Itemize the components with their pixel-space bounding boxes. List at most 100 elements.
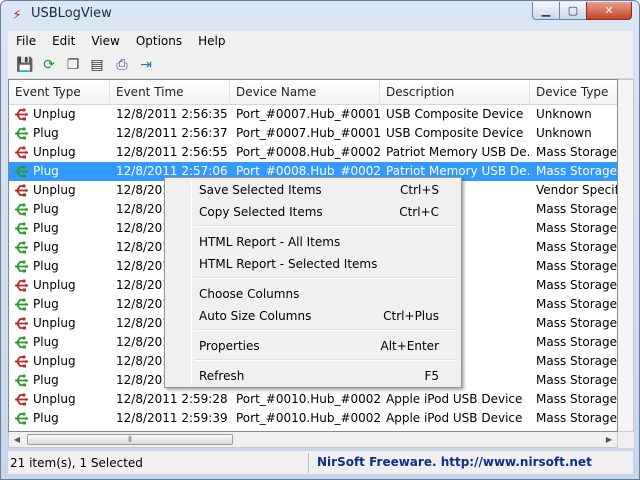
maximize-button[interactable]: ▢ (559, 2, 587, 20)
cell-event-type: Plug (33, 240, 59, 254)
menu-bar: File Edit View Options Help (8, 31, 633, 51)
list-header: Event Type Event Time Device Name Descri… (9, 80, 617, 105)
cell-description: Patriot Memory USB De... (386, 145, 532, 159)
usb-unplug-icon (15, 355, 28, 368)
cell-description: USB Composite Device (386, 107, 524, 121)
menu-item-label: Properties (199, 339, 260, 353)
save-icon[interactable]: 💾 (15, 55, 35, 75)
menu-save-selected[interactable]: Save Selected Items Ctrl+S (167, 179, 459, 201)
nirsoft-link[interactable]: NirSoft Freeware. http://www.nirsoft.net (317, 455, 592, 469)
cell-device-type: Mass Storage (536, 259, 617, 273)
table-row[interactable]: Unplug 12/8/2011 2:59:28 ... Port_#0010.Hu… (9, 390, 617, 409)
usb-plug-icon (15, 412, 28, 425)
refresh-icon[interactable]: ⟳ (39, 55, 59, 75)
cell-device-type: Unknown (536, 107, 592, 121)
table-row[interactable]: Unplug 12/8/2011 2:56:55 ... Port_#0008.Hu… (9, 143, 617, 162)
toolbar: 💾 ⟳ ❐ ▤ ⎙ ⇥ (8, 51, 633, 79)
usb-unplug-icon (15, 317, 28, 330)
horizontal-scrollbar[interactable]: ◀ ⦀ ▶ (8, 432, 618, 448)
cell-device-type: Mass Storage (536, 392, 617, 406)
table-row[interactable]: Plug 12/8/2011 2:56:37 ... Port_#0007.Hub_… (9, 124, 617, 143)
cell-event-type: Plug (33, 221, 59, 235)
cell-event-type: Unplug (33, 183, 76, 197)
cell-event-time: 12/8/2011 2:56:35 ... (116, 107, 228, 121)
column-event-type[interactable]: Event Type (9, 80, 110, 105)
scroll-thumb[interactable]: ⦀ (27, 434, 233, 445)
menu-html-report-selected[interactable]: HTML Report - Selected Items (167, 253, 459, 275)
cell-description: Apple iPod USB Device (386, 411, 523, 425)
cell-event-type: Unplug (33, 354, 76, 368)
cell-event-time: 12/8/2011 2:59:28 ... (116, 392, 228, 406)
cell-device-name: Port_#0008.Hub_#0002 (236, 145, 382, 159)
exit-icon[interactable]: ⇥ (136, 55, 156, 75)
main-window: ⚡ USBLogView ▁ ▢ ✕ File Edit View Option… (0, 0, 640, 480)
menu-html-report-all[interactable]: HTML Report - All Items (167, 231, 459, 253)
menu-item-shortcut: Ctrl+C (399, 205, 439, 219)
menu-item-label: Auto Size Columns (199, 309, 312, 323)
status-item-count: 21 item(s), 1 Selected (10, 456, 143, 470)
cell-device-type: Mass Storage (536, 316, 617, 330)
cell-event-type: Unplug (33, 392, 76, 406)
column-description[interactable]: Description (380, 80, 530, 105)
scroll-right-arrow-icon[interactable]: ▶ (603, 434, 615, 445)
usb-plug-icon (15, 127, 28, 140)
menu-item-label: Save Selected Items (199, 183, 322, 197)
menu-item-label: HTML Report - All Items (199, 235, 341, 249)
menu-auto-size-columns[interactable]: Auto Size Columns Ctrl+Plus (167, 305, 459, 327)
menu-separator (195, 225, 457, 227)
menu-properties[interactable]: Properties Alt+Enter (167, 335, 459, 357)
cell-device-name: Port_#0010.Hub_#0002 (236, 411, 382, 425)
cell-device-name: Port_#0007.Hub_#0001 (236, 107, 382, 121)
usb-plug-icon (15, 165, 28, 178)
table-row[interactable]: Unplug 12/8/2011 2:56:35 ... Port_#0007.Hu… (9, 105, 617, 124)
usb-unplug-icon (15, 279, 28, 292)
status-bar: 21 item(s), 1 Selected NirSoft Freeware.… (8, 450, 633, 474)
usb-unplug-icon (15, 393, 28, 406)
menu-options[interactable]: Options (128, 31, 190, 51)
html-report-icon[interactable]: ⎙ (112, 55, 132, 75)
column-event-time[interactable]: Event Time (110, 80, 230, 105)
column-device-name[interactable]: Device Name (230, 80, 380, 105)
menu-item-shortcut: F5 (424, 369, 439, 383)
menu-item-label: HTML Report - Selected Items (199, 257, 378, 271)
menu-item-label: Refresh (199, 369, 245, 383)
copy-icon[interactable]: ❐ (63, 55, 83, 75)
usb-app-icon: ⚡ (12, 7, 22, 23)
menu-item-shortcut: Ctrl+Plus (383, 309, 439, 323)
cell-device-name: Port_#0010.Hub_#0002 (236, 392, 382, 406)
menu-separator (195, 329, 457, 331)
menu-choose-columns[interactable]: Choose Columns (167, 283, 459, 305)
cell-event-type: Plug (33, 202, 59, 216)
title-bar[interactable]: ⚡ USBLogView ▁ ▢ ✕ (1, 1, 639, 29)
menu-item-label: Copy Selected Items (199, 205, 323, 219)
cell-description: USB Composite Device (386, 126, 524, 140)
table-row[interactable]: Plug 12/8/2011 2:59:39 ... Port_#0010.Hub_… (9, 409, 617, 428)
vertical-scrollbar[interactable] (618, 79, 634, 432)
menu-help[interactable]: Help (190, 31, 233, 51)
status-divider (308, 453, 309, 473)
cell-event-type: Plug (33, 297, 59, 311)
menu-copy-selected[interactable]: Copy Selected Items Ctrl+C (167, 201, 459, 223)
cell-event-type: Plug (33, 126, 59, 140)
usb-unplug-icon (15, 146, 28, 159)
scroll-left-arrow-icon[interactable]: ◀ (11, 434, 23, 445)
minimize-button[interactable]: ▁ (532, 2, 560, 20)
cell-event-time: 12/8/2011 2:56:37 ... (116, 126, 228, 140)
column-device-type[interactable]: Device Type (530, 80, 617, 105)
cell-device-type: Mass Storage (536, 335, 617, 349)
menu-refresh[interactable]: Refresh F5 (167, 365, 459, 387)
usb-unplug-icon (15, 184, 28, 197)
cell-event-type: Unplug (33, 107, 76, 121)
cell-device-type: Mass Storage (536, 354, 617, 368)
properties-icon[interactable]: ▤ (87, 55, 107, 75)
cell-device-name: Port_#0007.Hub_#0001 (236, 126, 382, 140)
cell-device-type: Mass Storage (536, 221, 617, 235)
menu-view[interactable]: View (83, 31, 127, 51)
close-button[interactable]: ✕ (586, 2, 632, 20)
size-grip[interactable] (618, 432, 634, 448)
cell-device-type: Vendor Specific (536, 183, 618, 197)
cell-event-type: Unplug (33, 278, 76, 292)
usb-plug-icon (15, 260, 28, 273)
menu-file[interactable]: File (8, 31, 44, 51)
menu-edit[interactable]: Edit (44, 31, 83, 51)
